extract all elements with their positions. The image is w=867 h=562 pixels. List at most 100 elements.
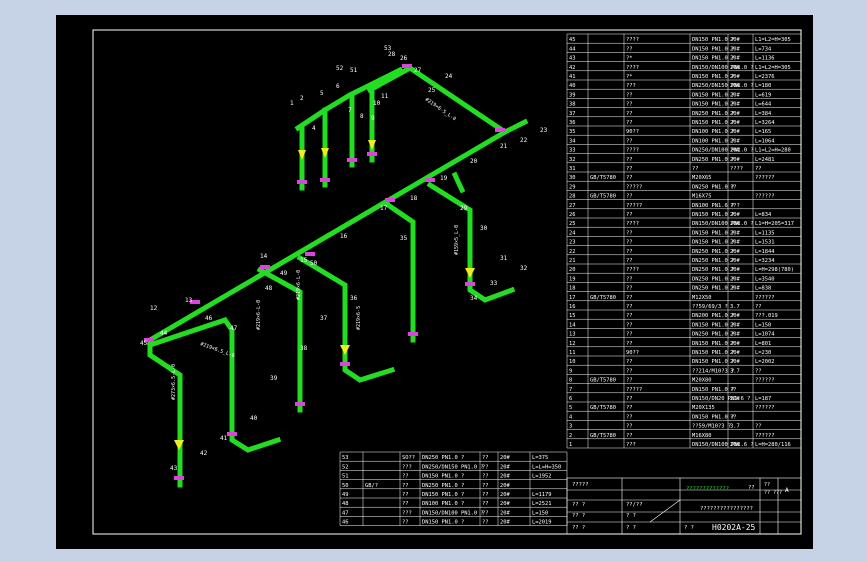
table-cell: ??????: [755, 378, 774, 384]
table-cell: ??: [626, 175, 633, 181]
table-cell: M12X50: [692, 295, 711, 301]
title-cell: ? ?: [684, 525, 694, 531]
table-cell: 20#: [730, 46, 740, 52]
table-cell: 20#: [730, 83, 740, 89]
callout-number: 50: [310, 260, 318, 267]
table-cell: ??: [730, 387, 737, 393]
table-cell: GB/T5780: [590, 405, 616, 411]
callout-number: 48: [265, 285, 273, 292]
cad-viewport: 5352 511245678 910111213141516171819202122…: [56, 15, 813, 549]
callout-number: 33: [490, 280, 498, 287]
callout-number: 31: [500, 255, 508, 262]
table-cell: 20#: [500, 510, 510, 516]
callout-number: 9: [371, 115, 375, 122]
callout-number: 36: [350, 295, 358, 302]
table-cell: ??: [626, 368, 633, 374]
callout-number: 28: [388, 51, 396, 58]
table-cell: M20X65: [692, 175, 711, 181]
title-rev: A: [785, 487, 789, 494]
table-cell: ??: [626, 249, 633, 255]
table-cell: 20#: [730, 65, 740, 71]
table-cell: 49: [342, 492, 349, 498]
table-cell: 40: [569, 83, 576, 89]
table-cell: ??: [755, 304, 762, 310]
table-cell: GB/T5780: [590, 194, 616, 200]
table-cell: L=801: [755, 341, 771, 347]
table-cell: L1=H=205=317: [755, 221, 794, 227]
table-cell: ??: [730, 414, 737, 420]
callout-number: 40: [250, 415, 258, 422]
table-cell: 28: [569, 194, 576, 200]
table-cell: 12: [569, 341, 576, 347]
callout-number: 15: [300, 257, 308, 264]
callout-number: 26: [400, 55, 408, 62]
callout-number: 27: [414, 67, 422, 74]
callout-number: 30: [480, 225, 488, 232]
table-cell: 18: [569, 286, 576, 292]
table-cell: ??????: [755, 433, 774, 439]
table-cell: 20#: [730, 276, 740, 282]
table-cell: 20#: [730, 74, 740, 80]
table-cell: 20#: [730, 129, 740, 135]
table-cell: 3: [569, 424, 572, 430]
table-cell: ?????: [626, 387, 642, 393]
table-cell: ???: [626, 442, 636, 448]
table-cell: L=1074: [755, 332, 774, 338]
table-cell: M20X80: [692, 378, 711, 384]
title-cell: ?? ?: [572, 513, 585, 519]
title-cell: ? ?: [626, 513, 636, 519]
table-cell: ??: [626, 359, 633, 365]
table-cell: DN250 PN1.0 ?: [422, 483, 464, 489]
table-cell: 20#: [730, 212, 740, 218]
table-cell: ??: [626, 258, 633, 264]
callout-number: 19: [440, 175, 448, 182]
table-cell: 34: [569, 138, 576, 144]
callout-number: 51: [350, 67, 358, 74]
table-cell: ??: [626, 341, 633, 347]
table-cell: ??: [626, 332, 633, 338]
table-cell: 20#: [730, 322, 740, 328]
table-cell: DN150/DN100 PN1.0 ?: [422, 510, 484, 516]
table-cell: L1=L2=H=280: [755, 148, 791, 154]
table-cell: 20#: [730, 230, 740, 236]
table-cell: 32: [569, 157, 576, 163]
table-cell: DN250/DN150 PN1.0 ?: [692, 83, 754, 89]
table-cell: 13: [569, 332, 576, 338]
table-cell: 25: [569, 221, 576, 227]
table-cell: 44: [569, 46, 576, 52]
table-cell: 20#: [730, 341, 740, 347]
callout-number: 46: [205, 315, 213, 322]
table-cell: 20#: [730, 258, 740, 264]
table-cell: DN150/DN100 PN1.0 ?: [692, 221, 754, 227]
drawing-number: H0202A-25: [712, 523, 756, 532]
table-cell: L=834: [755, 212, 771, 218]
table-cell: ??????: [755, 295, 774, 301]
table-cell: ???: [402, 510, 412, 516]
table-cell: 20#: [500, 520, 510, 526]
table-cell: ??: [730, 184, 737, 190]
callout-number: 7: [348, 107, 352, 114]
table-cell: ?????: [626, 203, 642, 209]
table-cell: L=2376: [755, 74, 774, 80]
callout-number: 42: [200, 450, 208, 457]
table-cell: L=644: [755, 102, 771, 108]
table-cell: GB/T5780: [590, 378, 616, 384]
table-cell: 24: [569, 230, 576, 236]
table-cell: DN150/DN20 PN1.6 ?: [692, 396, 750, 402]
title-cell: ?? ???: [764, 490, 782, 496]
table-cell: 23: [569, 240, 576, 246]
table-cell: 41: [569, 74, 576, 80]
table-cell: ??: [692, 166, 699, 172]
callout-number: 21: [500, 143, 508, 150]
table-cell: ?*: [626, 56, 633, 62]
table-cell: DN250/DN150 PN1.0 ?: [422, 464, 484, 470]
table-cell: 46: [342, 520, 349, 526]
table-cell: ??: [626, 138, 633, 144]
table-cell: ??: [626, 405, 633, 411]
callout-number: 1: [290, 100, 294, 107]
callout-number: 32: [520, 265, 528, 272]
table-cell: DN150/DN100 PN1.0 ?: [692, 65, 754, 71]
table-cell: ??: [626, 230, 633, 236]
table-cell: 6: [569, 396, 572, 402]
table-cell: 5: [569, 405, 572, 411]
